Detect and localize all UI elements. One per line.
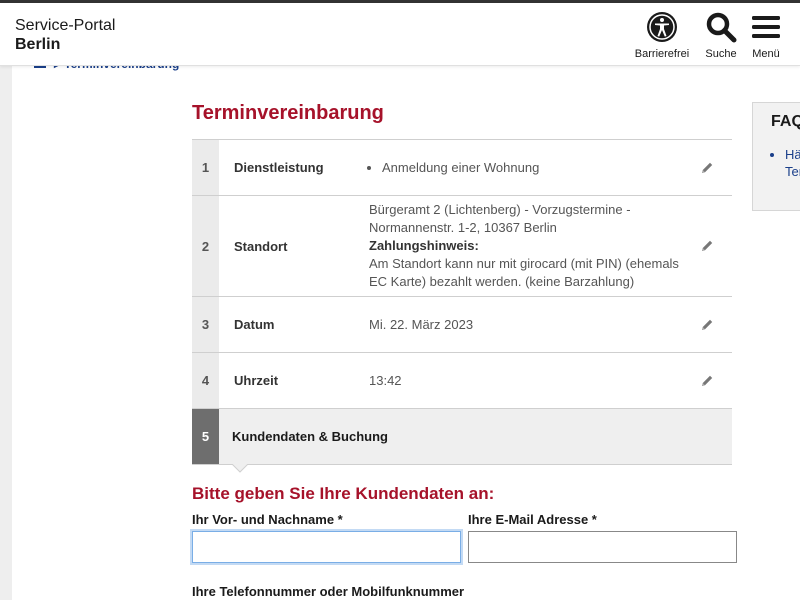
logo-line1: Service-Portal xyxy=(15,17,116,34)
search-button[interactable]: Suche xyxy=(700,11,742,60)
booking-steps: 1 Dienstleistung Anmeldung einer Wohnung… xyxy=(192,139,732,473)
step-value: Anmeldung einer Wohnung xyxy=(369,140,682,195)
step-label: Standort xyxy=(234,238,288,254)
left-gutter xyxy=(0,66,12,600)
payment-note-line2: EC Karte) bezahlt werden. (keine Barzahl… xyxy=(369,274,635,289)
accessibility-icon xyxy=(634,11,690,45)
step-number: 1 xyxy=(192,140,219,195)
faq-link-line2: Ter xyxy=(785,164,800,179)
active-step-pointer xyxy=(232,464,248,473)
step-number: 4 xyxy=(192,353,219,408)
step-number: 5 xyxy=(192,409,219,464)
location-address-line1: Bürgeramt 2 (Lichtenberg) - Vorzugstermi… xyxy=(369,202,631,217)
menu-button[interactable]: Menü xyxy=(748,11,784,60)
faq-link[interactable]: Hä Ter xyxy=(785,146,800,180)
step-label: Uhrzeit xyxy=(234,373,279,388)
site-header: Service-Portal Berlin Barrierefrei Suche xyxy=(0,3,800,66)
page-title: Terminvereinbarung xyxy=(192,102,384,124)
faq-link-line1: Hä xyxy=(785,147,800,162)
payment-note-line1: Am Standort kann nur mit girocard (mit P… xyxy=(369,256,679,271)
email-label: Ihre E-Mail Adresse * xyxy=(468,512,597,527)
search-label: Suche xyxy=(705,48,737,60)
step-value: 13:42 xyxy=(369,372,402,388)
phone-label: Ihre Telefonnummer oder Mobilfunknummer xyxy=(192,584,465,599)
name-input[interactable] xyxy=(192,531,461,563)
step-label: Datum xyxy=(234,317,275,332)
email-input[interactable] xyxy=(468,531,737,563)
pencil-icon xyxy=(702,162,713,173)
faq-heading: FAQ xyxy=(771,113,800,130)
step-location: 2 Standort Bürgeramt 2 (Lichtenberg) - V… xyxy=(192,196,732,297)
pencil-icon xyxy=(702,240,713,251)
location-address-line2: Normannenstr. 1-2, 10367 Berlin xyxy=(369,220,557,235)
payment-note-heading: Zahlungshinweis: xyxy=(369,238,479,253)
edit-step-button[interactable] xyxy=(682,140,732,195)
faq-box: FAQ Hä Ter xyxy=(752,102,800,211)
pencil-icon xyxy=(702,319,713,330)
step-service: 1 Dienstleistung Anmeldung einer Wohnung xyxy=(192,140,732,196)
name-label: Ihr Vor- und Nachname * xyxy=(192,512,343,527)
accessibility-label: Barrierefrei xyxy=(634,48,690,60)
step-customer-data: 5 Kundendaten & Buchung xyxy=(192,409,732,473)
edit-step-button[interactable] xyxy=(682,196,732,296)
step-value: Mi. 22. März 2023 xyxy=(369,316,474,332)
pencil-icon xyxy=(702,375,713,386)
step-label: Kundendaten & Buchung xyxy=(232,429,388,444)
step-number: 2 xyxy=(192,196,219,296)
step-number: 3 xyxy=(192,297,219,352)
site-logo[interactable]: Service-Portal Berlin xyxy=(15,16,115,54)
step-value: Bürgeramt 2 (Lichtenberg) - Vorzugstermi… xyxy=(369,196,682,296)
service-item: Anmeldung einer Wohnung xyxy=(382,159,539,177)
search-icon xyxy=(700,11,742,45)
menu-label: Menü xyxy=(752,48,780,60)
hamburger-menu-icon xyxy=(748,11,784,45)
edit-step-button[interactable] xyxy=(682,353,732,408)
form-heading: Bitte geben Sie Ihre Kundendaten an: xyxy=(192,484,495,503)
edit-step-button[interactable] xyxy=(682,297,732,352)
step-time: 4 Uhrzeit 13:42 xyxy=(192,353,732,409)
step-label: Dienstleistung xyxy=(234,160,324,175)
step-date: 3 Datum Mi. 22. März 2023 xyxy=(192,297,732,353)
logo-line2: Berlin xyxy=(15,36,61,53)
accessibility-button[interactable]: Barrierefrei xyxy=(634,11,690,60)
